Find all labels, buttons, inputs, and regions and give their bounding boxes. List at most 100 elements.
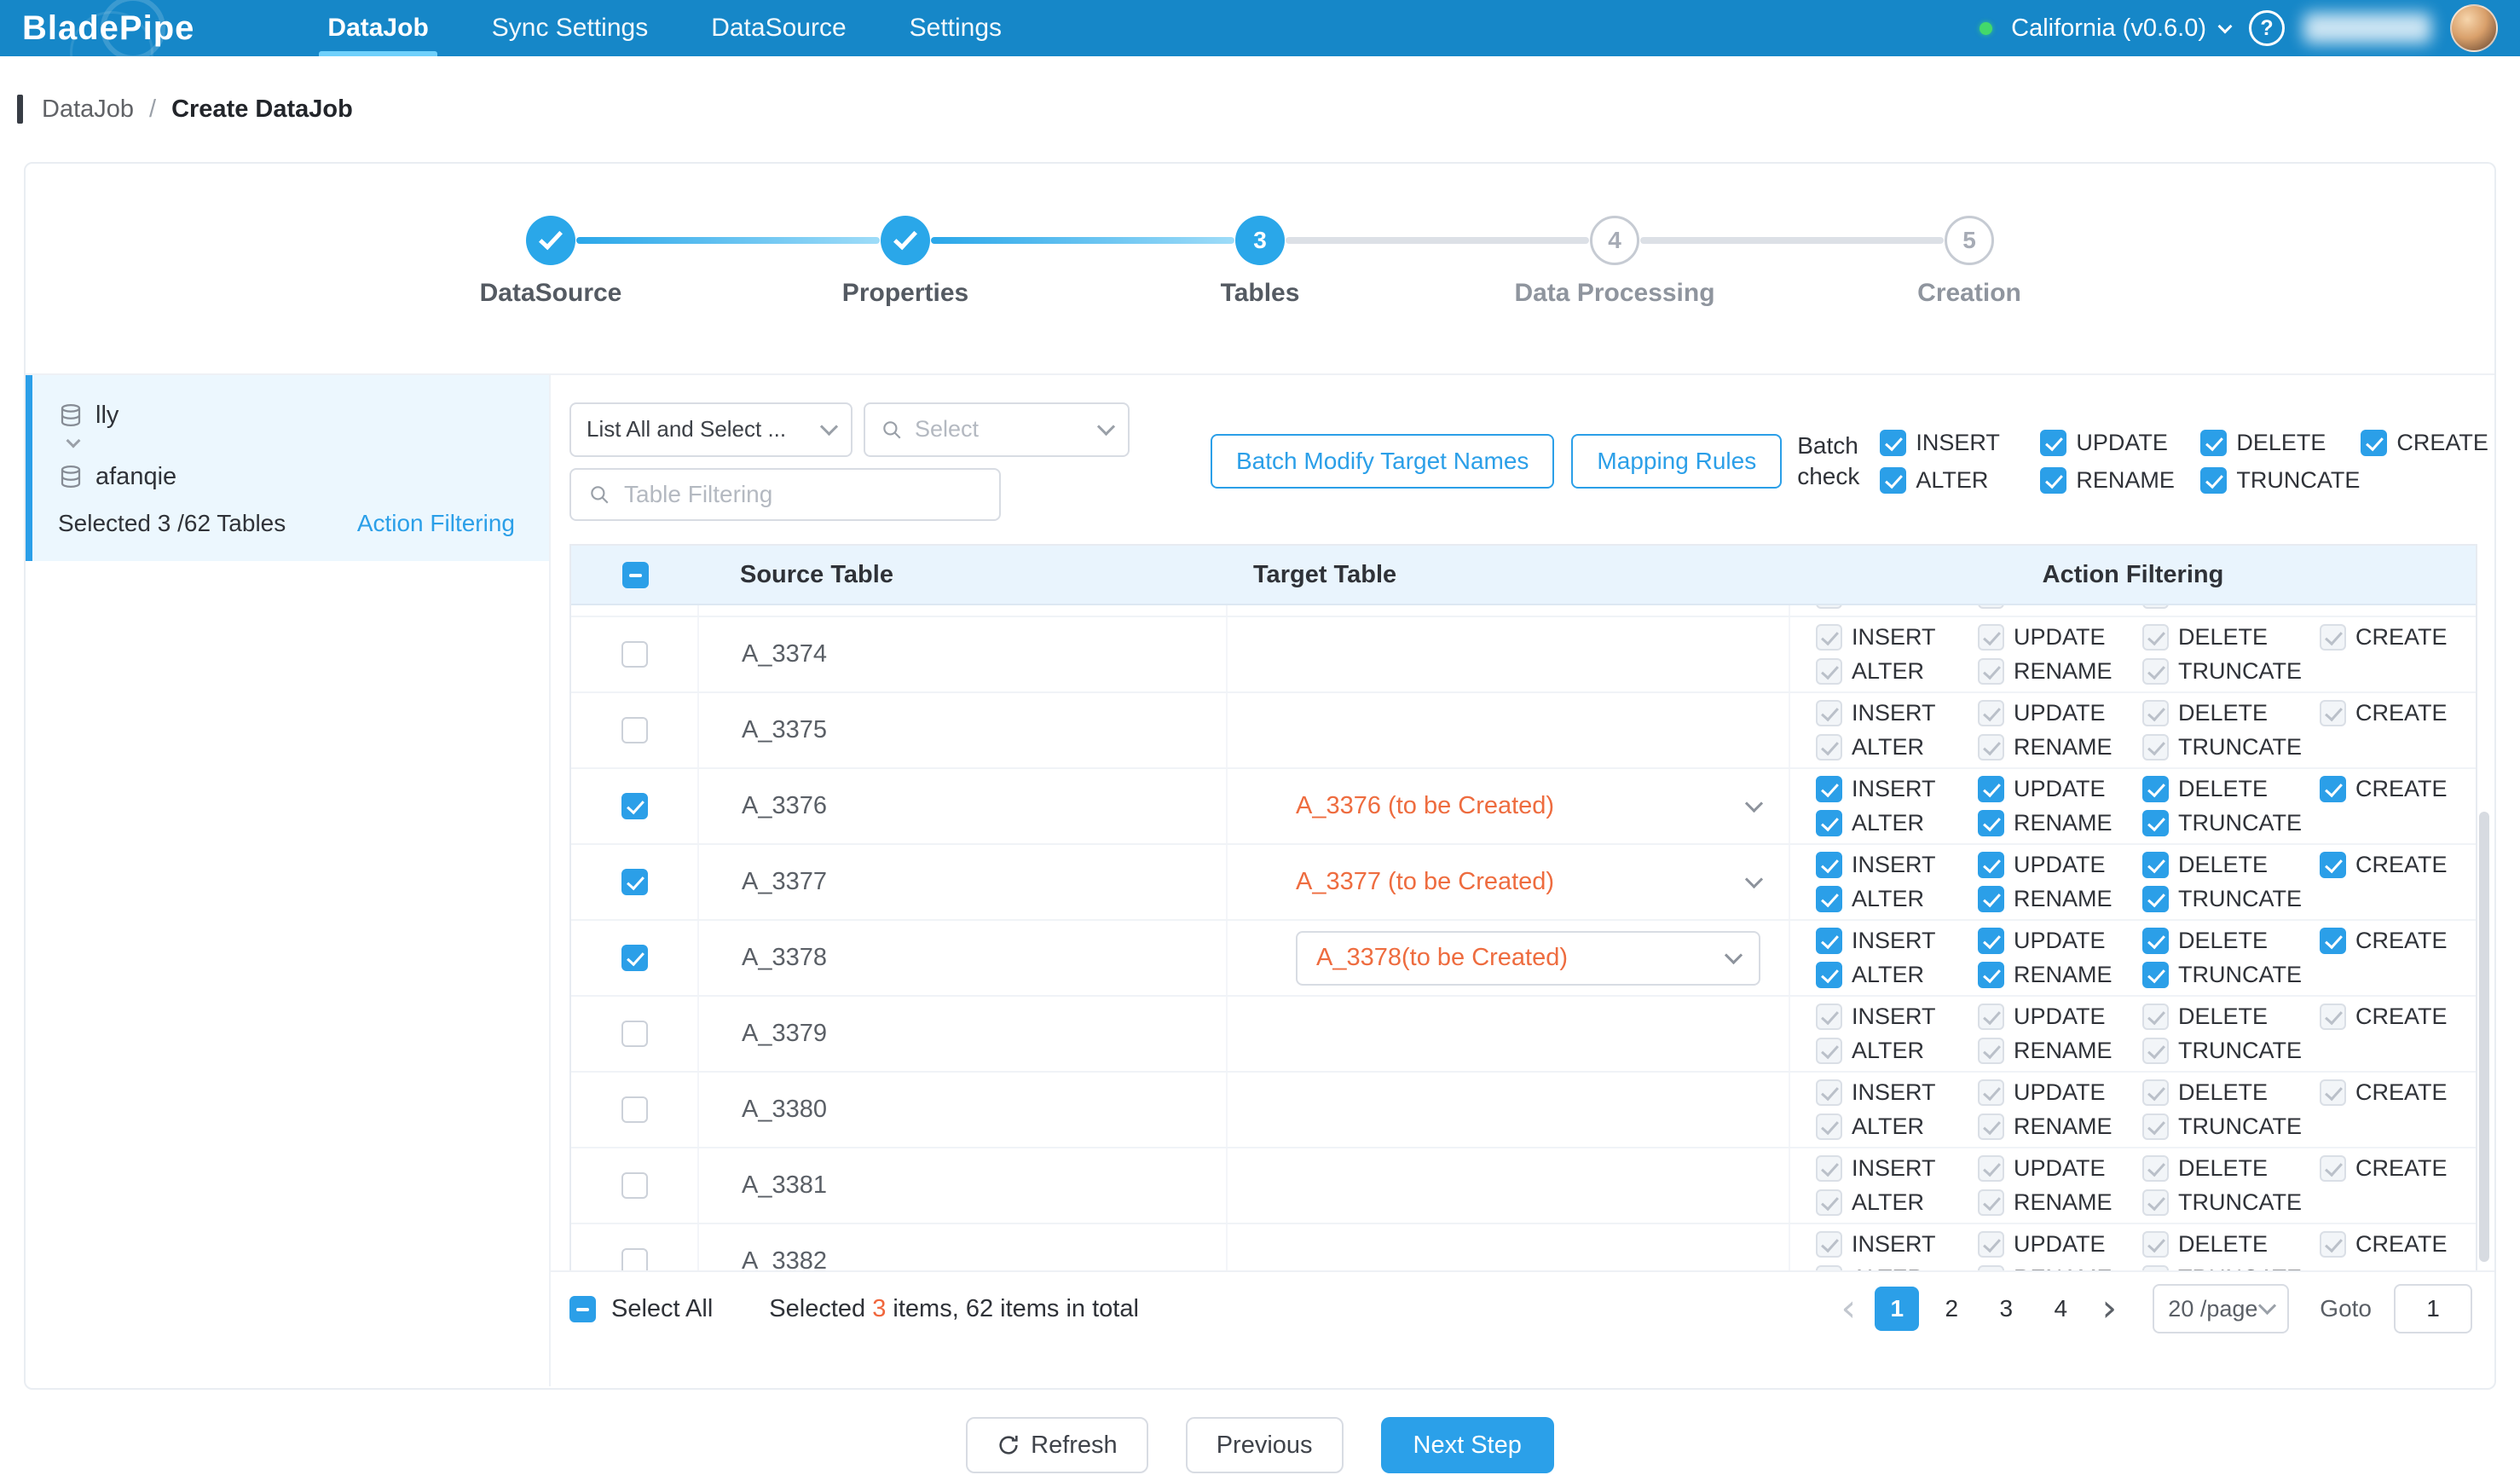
- action-checkbox-rename[interactable]: [1978, 886, 2004, 912]
- nav-item-settings[interactable]: Settings: [905, 0, 1007, 56]
- row-action-update[interactable]: UPDATE: [1978, 852, 2142, 878]
- next-page-icon[interactable]: ›: [2093, 1287, 2125, 1330]
- list-mode-select[interactable]: List All and Select ...: [569, 402, 853, 457]
- action-checkbox-update[interactable]: [1978, 928, 2004, 954]
- batch-action-update[interactable]: UPDATE: [2040, 430, 2200, 456]
- batch-action-delete[interactable]: DELETE: [2200, 430, 2361, 456]
- action-checkbox-create[interactable]: [2320, 852, 2346, 878]
- batch-checkbox-create[interactable]: [2361, 430, 2387, 456]
- batch-action-rename[interactable]: RENAME: [2040, 467, 2200, 494]
- action-checkbox-delete[interactable]: [2142, 852, 2169, 878]
- batch-action-alter[interactable]: ALTER: [1880, 467, 2040, 494]
- help-icon[interactable]: ?: [2249, 10, 2285, 46]
- row-action-update[interactable]: UPDATE: [1978, 928, 2142, 954]
- row-action-truncate[interactable]: TRUNCATE: [2142, 810, 2320, 836]
- row-action-alter[interactable]: ALTER: [1816, 886, 1978, 912]
- action-checkbox-delete[interactable]: [2142, 776, 2169, 802]
- action-checkbox-alter[interactable]: [1816, 810, 1842, 836]
- nav-item-sync-settings[interactable]: Sync Settings: [487, 0, 653, 56]
- page-button-1[interactable]: 1: [1875, 1287, 1919, 1331]
- row-action-alter[interactable]: ALTER: [1816, 810, 1978, 836]
- page-size-select[interactable]: 20 /page: [2153, 1284, 2289, 1333]
- select-all-header-checkbox[interactable]: [622, 562, 649, 588]
- row-select-checkbox[interactable]: [621, 1248, 648, 1270]
- row-action-rename[interactable]: RENAME: [1978, 886, 2142, 912]
- page-button-2[interactable]: 2: [1929, 1287, 1974, 1331]
- batch-checkbox-delete[interactable]: [2200, 430, 2227, 456]
- row-action-delete[interactable]: DELETE: [2142, 776, 2320, 802]
- action-checkbox-truncate[interactable]: [2142, 886, 2169, 912]
- select-all-checkbox[interactable]: [569, 1296, 596, 1322]
- action-checkbox-alter[interactable]: [1816, 962, 1842, 988]
- nav-item-datajob[interactable]: DataJob: [322, 0, 433, 56]
- batch-checkbox-insert[interactable]: [1880, 430, 1906, 456]
- target-table-select[interactable]: A_3377 (to be Created): [1296, 868, 1760, 896]
- action-checkbox-truncate[interactable]: [2142, 962, 2169, 988]
- datasource-pair-panel[interactable]: lly afanqie Selected 3 /62 Tables Action…: [26, 375, 549, 561]
- batch-checkbox-rename[interactable]: [2040, 467, 2066, 494]
- action-checkbox-insert[interactable]: [1816, 852, 1842, 878]
- vertical-scrollbar[interactable]: [2479, 812, 2489, 1262]
- target-table-select[interactable]: A_3376 (to be Created): [1296, 792, 1760, 820]
- row-select-checkbox[interactable]: [621, 1021, 648, 1047]
- step-circle-data-processing[interactable]: 4: [1590, 216, 1639, 265]
- row-action-truncate[interactable]: TRUNCATE: [2142, 886, 2320, 912]
- row-action-update[interactable]: UPDATE: [1978, 776, 2142, 802]
- action-checkbox-insert[interactable]: [1816, 928, 1842, 954]
- row-select-checkbox[interactable]: [621, 1096, 648, 1123]
- action-checkbox-insert[interactable]: [1816, 776, 1842, 802]
- row-action-delete[interactable]: DELETE: [2142, 852, 2320, 878]
- action-checkbox-rename[interactable]: [1978, 810, 2004, 836]
- action-checkbox-truncate[interactable]: [2142, 810, 2169, 836]
- action-checkbox-rename[interactable]: [1978, 962, 2004, 988]
- mapping-rules-button[interactable]: Mapping Rules: [1571, 434, 1782, 489]
- action-checkbox-alter[interactable]: [1816, 886, 1842, 912]
- row-select-checkbox[interactable]: [621, 869, 648, 895]
- batch-action-insert[interactable]: INSERT: [1880, 430, 2040, 456]
- row-action-truncate[interactable]: TRUNCATE: [2142, 962, 2320, 988]
- previous-button[interactable]: Previous: [1186, 1417, 1344, 1473]
- action-checkbox-create[interactable]: [2320, 928, 2346, 954]
- step-circle-tables[interactable]: 3: [1235, 216, 1285, 265]
- avatar[interactable]: [2450, 4, 2498, 52]
- batch-action-create[interactable]: CREATE: [2361, 430, 2496, 456]
- action-checkbox-delete[interactable]: [2142, 928, 2169, 954]
- row-action-create[interactable]: CREATE: [2320, 776, 2465, 802]
- target-table-select[interactable]: A_3378(to be Created): [1296, 931, 1760, 986]
- row-action-delete[interactable]: DELETE: [2142, 928, 2320, 954]
- batch-modify-target-names-button[interactable]: Batch Modify Target Names: [1211, 434, 1554, 489]
- page-button-4[interactable]: 4: [2038, 1287, 2083, 1331]
- next-step-button[interactable]: Next Step: [1381, 1417, 1554, 1473]
- step-circle-properties[interactable]: [881, 216, 930, 265]
- action-checkbox-create[interactable]: [2320, 776, 2346, 802]
- row-action-rename[interactable]: RENAME: [1978, 810, 2142, 836]
- nav-item-datasource[interactable]: DataSource: [706, 0, 851, 56]
- row-action-insert[interactable]: INSERT: [1816, 852, 1978, 878]
- batch-checkbox-update[interactable]: [2040, 430, 2066, 456]
- breadcrumb-root[interactable]: DataJob: [42, 95, 134, 124]
- row-select-checkbox[interactable]: [621, 793, 648, 819]
- batch-checkbox-truncate[interactable]: [2200, 467, 2227, 494]
- row-select-checkbox[interactable]: [621, 641, 648, 668]
- goto-page-input[interactable]: [2394, 1284, 2472, 1333]
- action-checkbox-update[interactable]: [1978, 776, 2004, 802]
- action-filtering-link[interactable]: Action Filtering: [357, 510, 515, 537]
- action-checkbox-update[interactable]: [1978, 852, 2004, 878]
- batch-action-truncate[interactable]: TRUNCATE: [2200, 467, 2361, 494]
- row-action-insert[interactable]: INSERT: [1816, 928, 1978, 954]
- row-action-create[interactable]: CREATE: [2320, 928, 2465, 954]
- batch-checkbox-alter[interactable]: [1880, 467, 1906, 494]
- page-button-3[interactable]: 3: [1984, 1287, 2028, 1331]
- region-selector[interactable]: California (v0.6.0): [2011, 14, 2230, 43]
- column-select[interactable]: Select: [864, 402, 1130, 457]
- refresh-button[interactable]: Refresh: [966, 1417, 1148, 1473]
- table-filter-input[interactable]: [624, 481, 982, 508]
- row-action-insert[interactable]: INSERT: [1816, 776, 1978, 802]
- row-action-create[interactable]: CREATE: [2320, 852, 2465, 878]
- row-select-checkbox[interactable]: [621, 1172, 648, 1199]
- step-circle-datasource[interactable]: [526, 216, 575, 265]
- row-action-rename[interactable]: RENAME: [1978, 962, 2142, 988]
- row-action-alter[interactable]: ALTER: [1816, 962, 1978, 988]
- row-select-checkbox[interactable]: [621, 945, 648, 971]
- step-circle-creation[interactable]: 5: [1945, 216, 1994, 265]
